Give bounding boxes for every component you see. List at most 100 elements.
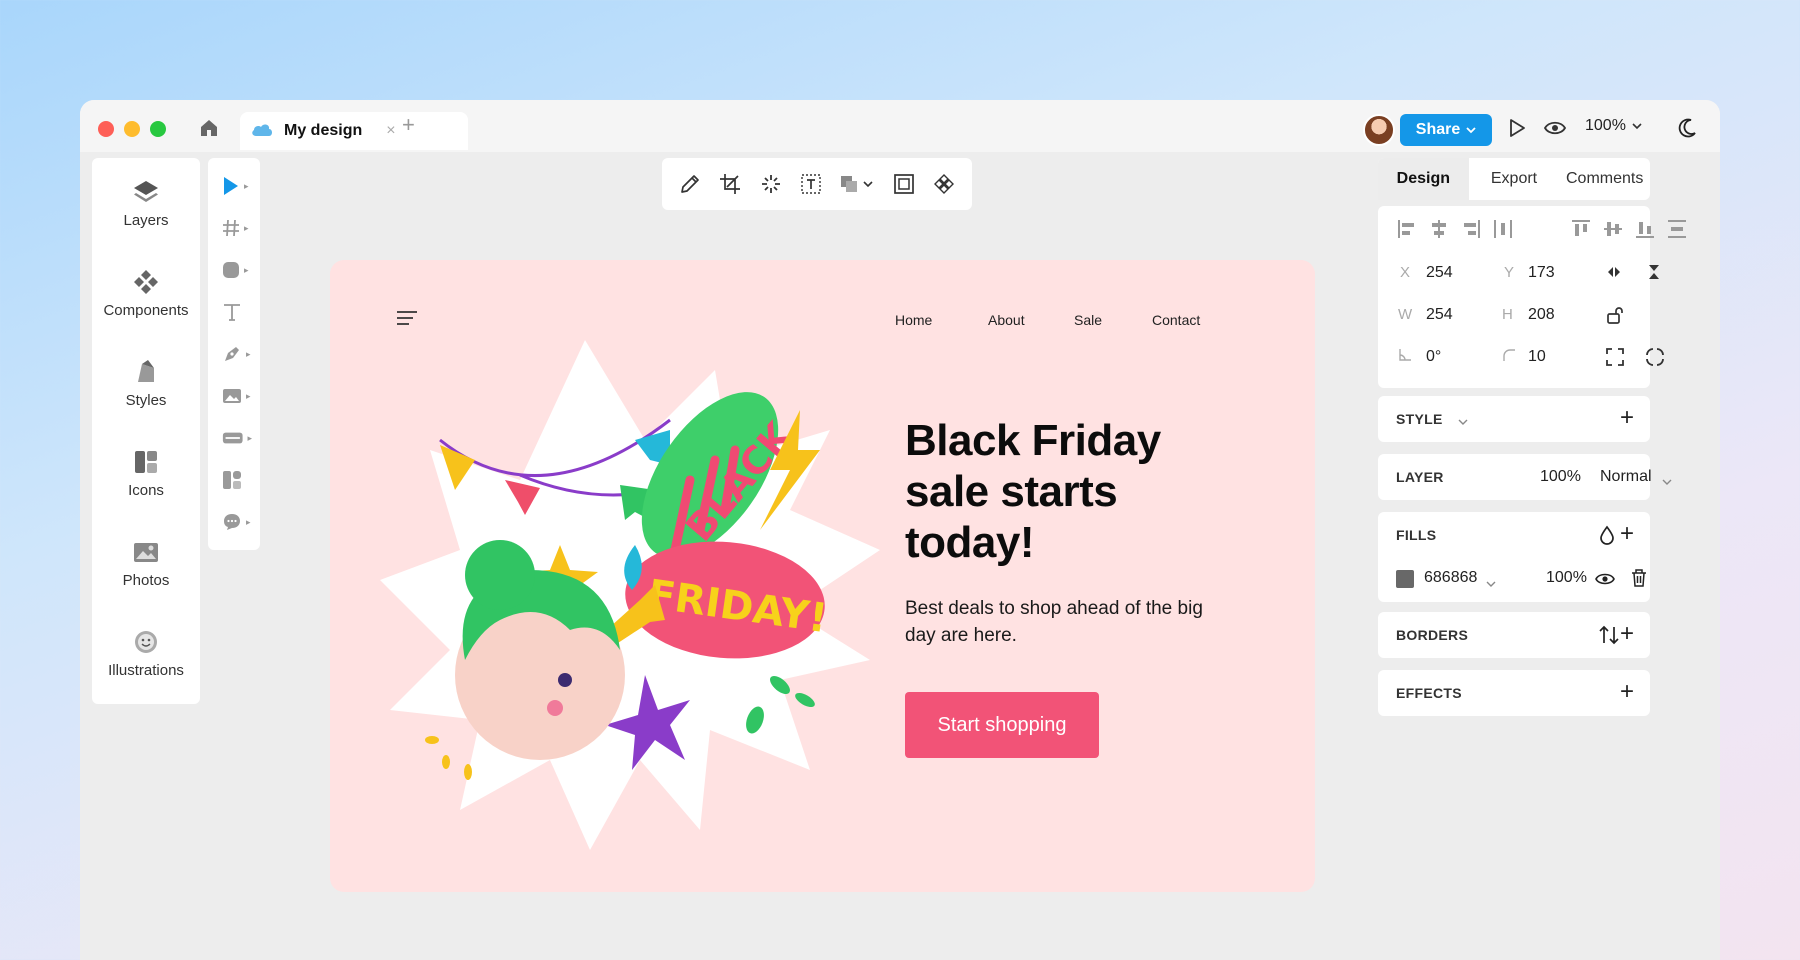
components-icon [132, 268, 160, 296]
inspector-tabs: Design Export Comments [1378, 158, 1650, 200]
girl-eye [558, 673, 572, 687]
tab-design[interactable]: Design [1378, 158, 1469, 200]
text-tool[interactable] [222, 298, 252, 326]
chevron-down-icon[interactable] [1486, 575, 1496, 593]
add-border-button[interactable]: + [1620, 622, 1634, 646]
fill-color-swatch[interactable] [1396, 570, 1414, 588]
height-field[interactable]: 208 [1528, 306, 1555, 324]
text-box-icon[interactable] [798, 171, 824, 197]
y-field[interactable]: 173 [1528, 264, 1555, 282]
select-tool[interactable]: ▸ [222, 172, 252, 200]
fill-opacity-field[interactable]: 100% [1546, 569, 1587, 587]
distribute-h-icon[interactable] [1492, 218, 1514, 240]
rotation-field[interactable]: 0° [1426, 348, 1441, 366]
maximize-window-button[interactable] [150, 121, 166, 137]
chevron-down-icon [1632, 117, 1642, 135]
distribute-v-icon[interactable] [1666, 218, 1688, 240]
layer-opacity[interactable]: 100% [1540, 468, 1581, 486]
more-icon: ▸ [244, 180, 249, 191]
add-effect-button[interactable]: + [1620, 680, 1634, 704]
sidebar-item-icons[interactable]: Icons [92, 448, 200, 499]
sidebar-item-layers[interactable]: Layers [92, 178, 200, 229]
add-style-button[interactable]: + [1620, 406, 1634, 430]
yellow-dash [425, 736, 439, 744]
artboard[interactable]: Home About Sale Contact BLACK FRIDAY! Bl… [330, 260, 1315, 892]
size-row: W 254 H 208 [1396, 306, 1636, 330]
component-diamond-icon[interactable] [931, 171, 957, 197]
play-icon[interactable] [1508, 118, 1526, 143]
image-tool[interactable]: ▸ [222, 382, 252, 410]
boolean-ops-icon[interactable] [838, 171, 876, 197]
trash-icon[interactable] [1631, 569, 1647, 592]
hero-headline: Black Friday sale starts today! [905, 416, 1161, 567]
more-icon: ▸ [246, 390, 251, 401]
photos-icon [132, 538, 160, 566]
blend-mode-select[interactable]: Normal [1600, 468, 1652, 486]
corner-radius-each-icon[interactable] [1646, 348, 1664, 371]
close-tab-icon[interactable]: × [386, 122, 395, 140]
sidebar-item-styles[interactable]: Styles [92, 358, 200, 409]
share-button[interactable]: Share [1400, 114, 1492, 146]
icons-icon [132, 448, 160, 476]
align-bottom-icon[interactable] [1634, 218, 1656, 240]
fill-hex-field[interactable]: 686868 [1424, 569, 1477, 587]
pencil-icon[interactable] [677, 171, 703, 197]
align-left-icon[interactable] [1396, 218, 1418, 240]
frame-tool[interactable]: ▸ [222, 214, 252, 242]
x-field[interactable]: 254 [1426, 264, 1453, 282]
hamburger-menu-icon[interactable] [396, 310, 418, 331]
width-field[interactable]: 254 [1426, 306, 1453, 324]
nav-link-home[interactable]: Home [895, 312, 932, 328]
shape-tool[interactable]: ▸ [222, 256, 252, 284]
preview-eye-icon[interactable] [1543, 120, 1567, 141]
style-section: STYLE + [1378, 396, 1650, 442]
chevron-down-icon[interactable] [1458, 413, 1468, 431]
unlock-icon[interactable] [1606, 306, 1624, 329]
flip-vertical-icon[interactable] [1646, 264, 1662, 285]
component-tool[interactable] [222, 466, 252, 494]
drop-icon[interactable] [1599, 525, 1615, 550]
sidebar-item-components[interactable]: Components [92, 268, 200, 319]
home-icon[interactable] [198, 117, 220, 139]
nav-link-about[interactable]: About [988, 312, 1025, 328]
tab-export[interactable]: Export [1469, 158, 1560, 200]
zoom-select[interactable]: 100% [1585, 117, 1642, 135]
comment-tool[interactable]: ▸ [222, 508, 252, 536]
input-tool[interactable]: ▸ [222, 424, 252, 452]
align-top-icon[interactable] [1570, 218, 1592, 240]
pen-tool[interactable]: ▸ [222, 340, 252, 368]
nav-link-contact[interactable]: Contact [1152, 312, 1200, 328]
frame-selection-icon[interactable] [891, 171, 917, 197]
magic-wand-icon[interactable] [758, 171, 784, 197]
image-icon [223, 389, 241, 403]
document-tab[interactable]: My design × [240, 112, 468, 150]
add-tab-icon[interactable]: + [402, 112, 415, 138]
crop-icon[interactable] [717, 171, 743, 197]
illustrations-icon [132, 628, 160, 656]
geometry-panel: X 254 Y 173 W 254 H 208 0° 10 [1378, 206, 1686, 388]
sidebar-item-illustrations[interactable]: Illustrations [92, 628, 200, 679]
nav-link-sale[interactable]: Sale [1074, 312, 1102, 328]
avatar[interactable] [1363, 114, 1395, 146]
minimize-window-button[interactable] [124, 121, 140, 137]
tab-comments[interactable]: Comments [1559, 158, 1650, 200]
align-right-icon[interactable] [1460, 218, 1482, 240]
swap-arrows-icon[interactable] [1598, 624, 1620, 651]
flip-horizontal-icon[interactable] [1606, 264, 1622, 285]
more-icon: ▸ [247, 432, 252, 443]
align-center-h-icon[interactable] [1428, 218, 1450, 240]
start-shopping-button[interactable]: Start shopping [905, 692, 1099, 758]
radius-field[interactable]: 10 [1528, 348, 1546, 366]
styles-icon [132, 358, 160, 386]
add-fill-button[interactable]: + [1620, 522, 1634, 546]
green-dash [795, 693, 815, 707]
dark-mode-moon-icon[interactable] [1676, 117, 1698, 144]
cursor-arrow-icon [224, 177, 238, 195]
black-friday-illustration[interactable]: BLACK FRIDAY! [370, 330, 890, 870]
borders-section: BORDERS + [1378, 612, 1650, 658]
eye-icon[interactable] [1594, 571, 1616, 592]
sidebar-item-photos[interactable]: Photos [92, 538, 200, 589]
align-center-v-icon[interactable] [1602, 218, 1624, 240]
independent-corners-icon[interactable] [1606, 348, 1624, 371]
close-window-button[interactable] [98, 121, 114, 137]
